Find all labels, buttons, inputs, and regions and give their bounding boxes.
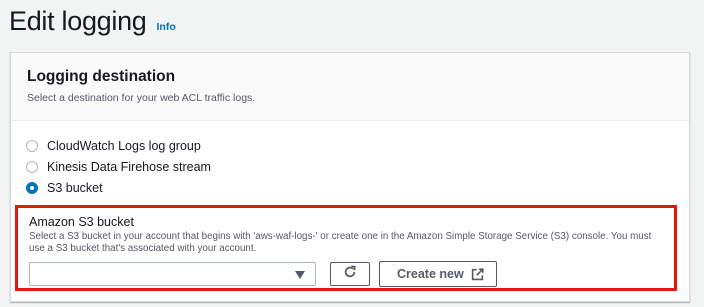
radio-cloudwatch[interactable]: CloudWatch Logs log group bbox=[26, 135, 211, 156]
radio-button[interactable] bbox=[26, 160, 38, 173]
page-title: Edit logging bbox=[9, 6, 147, 36]
radio-s3-bucket[interactable]: S3 bucket bbox=[26, 177, 211, 198]
radio-label: Kinesis Data Firehose stream bbox=[47, 159, 211, 174]
radio-label: CloudWatch Logs log group bbox=[47, 138, 201, 153]
panel-description: Select a destination for your web ACL tr… bbox=[27, 92, 256, 104]
external-link-icon bbox=[471, 267, 484, 281]
radio-button-selected[interactable] bbox=[26, 181, 38, 194]
create-new-label: Create new bbox=[397, 267, 464, 281]
radio-label: S3 bucket bbox=[47, 180, 103, 195]
s3-bucket-controls: Create new bbox=[29, 261, 674, 287]
info-link[interactable]: Info bbox=[157, 21, 176, 33]
caret-down-icon bbox=[295, 271, 305, 279]
refresh-button[interactable] bbox=[330, 262, 370, 286]
page-header: Edit logging Info bbox=[9, 6, 176, 37]
radio-kinesis[interactable]: Kinesis Data Firehose stream bbox=[26, 156, 211, 177]
s3-bucket-select[interactable] bbox=[29, 262, 316, 286]
s3-bucket-section: Amazon S3 bucket Select a S3 bucket in y… bbox=[15, 205, 677, 291]
panel-title: Logging destination bbox=[27, 68, 176, 85]
destination-radio-group: CloudWatch Logs log group Kinesis Data F… bbox=[26, 135, 211, 198]
s3-bucket-description: Select a S3 bucket in your account that … bbox=[29, 231, 652, 254]
radio-button[interactable] bbox=[26, 139, 38, 152]
logging-destination-panel: Logging destination Select a destination… bbox=[10, 52, 690, 302]
refresh-icon bbox=[343, 264, 357, 284]
create-new-button[interactable]: Create new bbox=[379, 261, 497, 287]
s3-bucket-label: Amazon S3 bucket bbox=[29, 215, 134, 229]
panel-header: Logging destination Select a destination… bbox=[11, 53, 689, 121]
